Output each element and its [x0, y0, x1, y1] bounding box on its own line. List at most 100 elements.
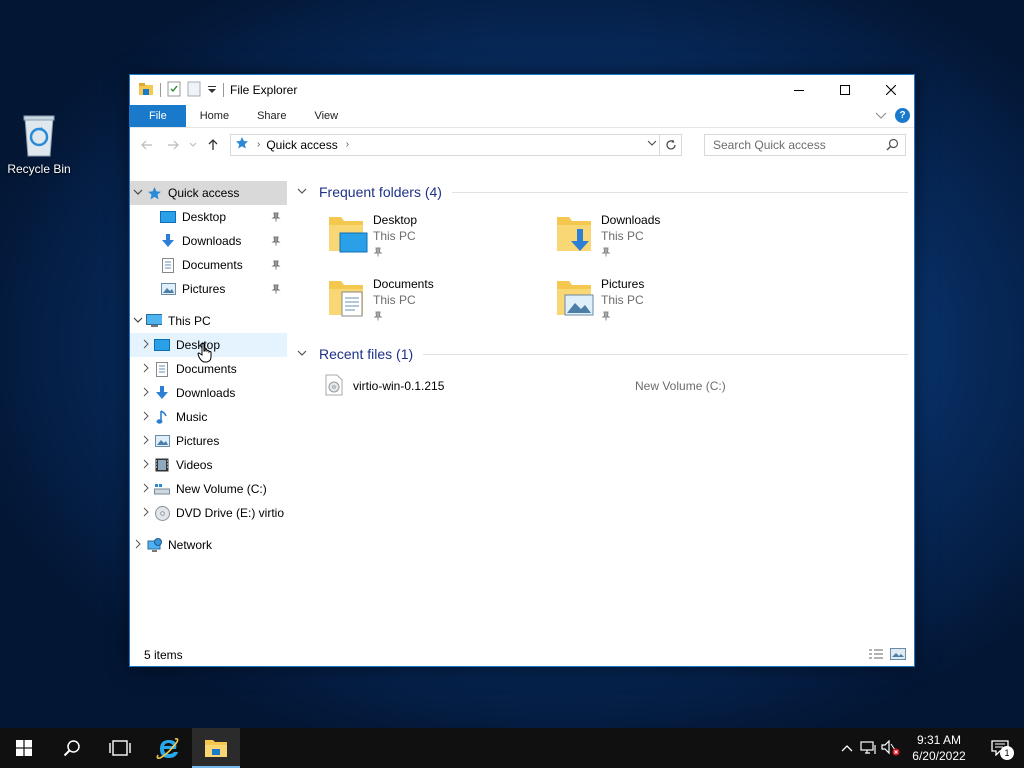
content-pane[interactable]: Frequent folders (4) Desktop This PC Dow…	[287, 179, 914, 644]
address-bar[interactable]: › Quick access ›	[230, 133, 682, 156]
expand-ribbon-button[interactable]	[875, 109, 887, 123]
help-button[interactable]: ?	[895, 108, 910, 123]
taskbar-search-button[interactable]	[48, 728, 96, 768]
recycle-bin-label: Recycle Bin	[7, 162, 71, 176]
frequent-folders-header[interactable]: Frequent folders (4)	[297, 181, 914, 203]
frequent-folder-desktop[interactable]: Desktop This PC	[327, 211, 555, 259]
frequent-folder-pictures[interactable]: Pictures This PC	[555, 275, 783, 323]
recent-files-header[interactable]: Recent files (1)	[297, 343, 914, 365]
breadcrumb-quick-access[interactable]: Quick access	[266, 138, 337, 152]
taskbar-file-explorer[interactable]	[192, 728, 240, 768]
volume-muted-icon	[881, 740, 900, 756]
collapse-chevron-icon[interactable]	[130, 316, 146, 327]
expand-chevron-icon[interactable]	[138, 411, 154, 424]
window-controls	[776, 75, 914, 105]
expand-chevron-icon[interactable]	[130, 539, 146, 552]
quick-access-star-icon	[235, 136, 249, 153]
properties-icon[interactable]	[167, 81, 181, 100]
nav-pc-videos[interactable]: Videos	[130, 453, 287, 477]
documents-icon	[154, 361, 170, 377]
task-view-button[interactable]	[96, 728, 144, 768]
refresh-button[interactable]	[659, 134, 681, 155]
tab-home[interactable]: Home	[186, 105, 243, 127]
qat-separator	[223, 83, 224, 97]
nav-quick-access[interactable]: Quick access	[130, 181, 287, 205]
search-box[interactable]	[704, 133, 906, 156]
address-row: › Quick access ›	[130, 127, 914, 161]
nav-pc-new-volume-c[interactable]: New Volume (C:)	[130, 477, 287, 501]
search-icon[interactable]	[886, 138, 899, 154]
nav-label: Quick access	[168, 186, 240, 200]
recent-file-name: virtio-win-0.1.215	[353, 379, 445, 393]
large-icons-view-button[interactable]	[890, 648, 906, 663]
recycle-bin[interactable]: Recycle Bin	[4, 110, 74, 176]
folder-location: This PC	[373, 293, 416, 307]
volume-button[interactable]	[880, 728, 902, 768]
nav-this-pc[interactable]: This PC	[130, 309, 287, 333]
minimize-button[interactable]	[776, 75, 822, 105]
nav-qa-pictures[interactable]: Pictures	[130, 277, 287, 301]
nav-pc-downloads[interactable]: Downloads	[130, 381, 287, 405]
close-button[interactable]	[868, 75, 914, 105]
expand-chevron-icon[interactable]	[138, 507, 154, 520]
qat-dropdown-icon[interactable]	[207, 83, 217, 97]
music-icon	[154, 409, 170, 425]
frequent-folder-documents[interactable]: Documents This PC	[327, 275, 555, 323]
expand-chevron-icon[interactable]	[138, 363, 154, 376]
breadcrumb-chevron-icon[interactable]: ›	[257, 139, 260, 150]
nav-qa-downloads[interactable]: Downloads	[130, 229, 287, 253]
nav-label: Downloads	[176, 386, 236, 400]
search-input[interactable]	[713, 137, 883, 152]
nav-pc-dvd-drive-e[interactable]: DVD Drive (E:) virtio	[130, 501, 287, 525]
frequent-folder-downloads[interactable]: Downloads This PC	[555, 211, 783, 259]
collapse-chevron-icon[interactable]	[130, 188, 146, 199]
maximize-button[interactable]	[822, 75, 868, 105]
address-dropdown-icon[interactable]	[647, 138, 657, 149]
forward-button[interactable]	[160, 133, 186, 157]
show-hidden-icons-button[interactable]	[836, 728, 858, 768]
nav-pc-pictures[interactable]: Pictures	[130, 429, 287, 453]
network-status-button[interactable]	[858, 728, 880, 768]
minimize-icon	[794, 90, 804, 91]
quick-access-star-icon	[146, 185, 162, 201]
tab-share[interactable]: Share	[243, 105, 300, 127]
navigation-pane[interactable]: Quick access Desktop Downloads Documents	[130, 179, 287, 644]
frequent-folders-grid: Desktop This PC Downloads This PC Docume…	[297, 211, 914, 323]
new-folder-icon[interactable]	[187, 81, 201, 100]
back-button[interactable]	[134, 133, 160, 157]
clock-time: 9:31 AM	[916, 733, 962, 747]
pin-icon	[271, 283, 281, 297]
pictures-icon	[160, 281, 176, 297]
internet-explorer-icon	[156, 738, 179, 759]
folder-location: This PC	[601, 293, 644, 307]
nav-label: Desktop	[182, 210, 227, 224]
action-center-button[interactable]: 1	[976, 728, 1024, 768]
expand-chevron-icon[interactable]	[138, 387, 154, 400]
tab-file[interactable]: File	[130, 105, 186, 127]
tab-view[interactable]: View	[300, 105, 352, 127]
recent-file-row[interactable]: virtio-win-0.1.215 New Volume (C:)	[297, 373, 914, 399]
nav-network[interactable]: Network	[130, 533, 287, 557]
nav-qa-desktop[interactable]: Desktop	[130, 205, 287, 229]
recent-locations-button[interactable]	[186, 133, 200, 157]
breadcrumb-chevron-icon[interactable]: ›	[346, 139, 349, 150]
folder-name: Downloads	[601, 213, 661, 227]
details-view-icon	[869, 649, 883, 659]
start-button[interactable]	[0, 728, 48, 768]
expand-chevron-icon[interactable]	[138, 339, 154, 352]
expand-chevron-icon[interactable]	[138, 483, 154, 496]
drive-icon	[154, 481, 170, 497]
collapse-chevron-icon[interactable]	[297, 349, 311, 360]
details-view-button[interactable]	[868, 648, 884, 663]
up-button[interactable]	[200, 133, 226, 157]
expand-chevron-icon[interactable]	[138, 459, 154, 472]
group-divider	[423, 353, 908, 355]
nav-qa-documents[interactable]: Documents	[130, 253, 287, 277]
clock[interactable]: 9:31 AM 6/20/2022	[902, 732, 976, 764]
taskbar-internet-explorer[interactable]	[144, 728, 192, 768]
nav-pc-music[interactable]: Music	[130, 405, 287, 429]
collapse-chevron-icon[interactable]	[297, 187, 311, 198]
recent-file-location: New Volume (C:)	[635, 379, 726, 393]
documents-icon	[160, 257, 176, 273]
expand-chevron-icon[interactable]	[138, 435, 154, 448]
